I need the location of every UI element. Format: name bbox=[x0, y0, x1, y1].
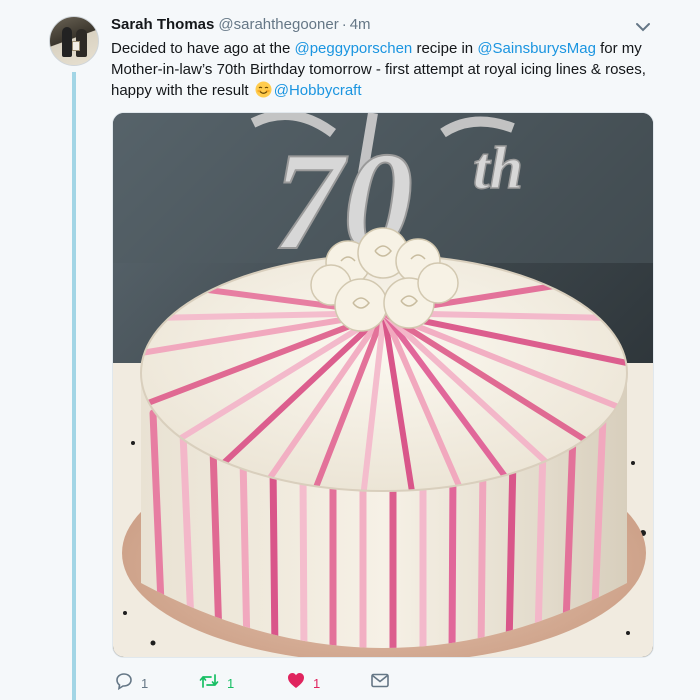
like-count: 1 bbox=[313, 675, 321, 691]
timestamp[interactable]: 4m bbox=[350, 16, 371, 33]
avatar[interactable] bbox=[49, 16, 99, 66]
tweet-header: Sarah Thomas @sarahthegooner · 4m bbox=[111, 16, 371, 36]
heart-icon bbox=[287, 672, 305, 694]
direct-message-button[interactable] bbox=[371, 672, 389, 694]
cake-photo: 70 th bbox=[113, 113, 653, 657]
reply-icon bbox=[115, 672, 133, 695]
reply-button[interactable]: 1 bbox=[115, 672, 148, 694]
chevron-down-icon[interactable] bbox=[634, 20, 652, 34]
retweet-icon bbox=[199, 672, 219, 695]
like-button[interactable]: 1 bbox=[287, 672, 320, 694]
topper-suffix: th bbox=[473, 135, 523, 201]
retweet-button[interactable]: 1 bbox=[199, 672, 234, 694]
mention-link[interactable]: @SainsburysMag bbox=[477, 40, 596, 57]
separator-dot: · bbox=[341, 16, 347, 33]
tweet[interactable]: Sarah Thomas @sarahthegooner · 4m Decide… bbox=[0, 0, 700, 700]
user-handle[interactable]: @sarahthegooner bbox=[218, 16, 338, 33]
tweet-actions: 1 1 1 bbox=[111, 672, 441, 694]
thread-line bbox=[72, 72, 76, 700]
tweet-text-part: Decided to have ago at the bbox=[111, 40, 295, 57]
tweet-text: Decided to have ago at the @peggyporsche… bbox=[111, 38, 651, 101]
tweet-media-photo[interactable]: 70 th bbox=[112, 112, 654, 658]
envelope-icon bbox=[371, 673, 389, 693]
mention-link[interactable]: @peggyporschen bbox=[294, 40, 412, 57]
tweet-text-part: recipe in bbox=[412, 40, 478, 57]
reply-count: 1 bbox=[141, 675, 149, 691]
display-name[interactable]: Sarah Thomas bbox=[111, 16, 214, 33]
mention-link[interactable]: @Hobbycraft bbox=[274, 82, 362, 99]
retweet-count: 1 bbox=[227, 675, 235, 691]
smiling-face-emoji-icon bbox=[255, 81, 272, 98]
